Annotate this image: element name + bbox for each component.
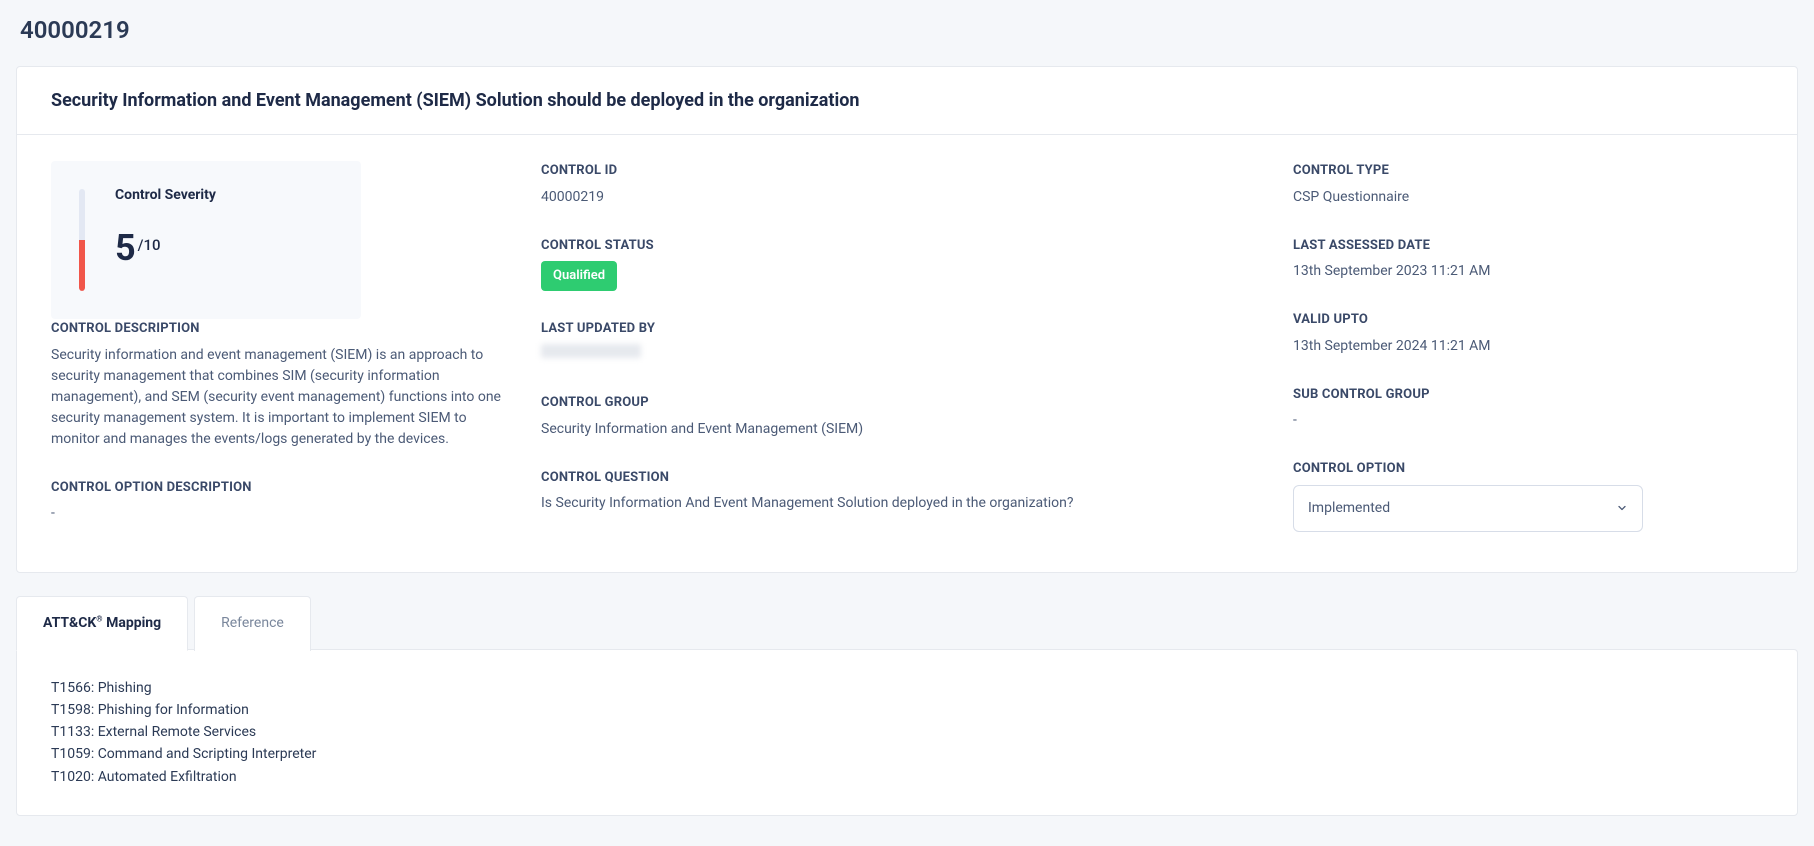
page-title: 40000219: [20, 12, 1798, 48]
last-updated-by-label: LAST UPDATED BY: [541, 319, 1263, 339]
attack-item: T1020: Automated Exfiltration: [51, 767, 1763, 787]
tab-reference[interactable]: Reference: [194, 596, 311, 651]
control-group-label: CONTROL GROUP: [541, 393, 1263, 413]
valid-upto-value: 13th September 2024 11:21 AM: [1293, 336, 1763, 357]
control-option-description-value: -: [51, 503, 511, 524]
tab-attack-suffix: Mapping: [103, 615, 162, 631]
attack-item: T1566: Phishing: [51, 678, 1763, 698]
severity-box: Control Severity 5 /10: [51, 161, 361, 319]
control-title: Security Information and Event Managemen…: [51, 87, 1763, 114]
tab-panel-attack: T1566: Phishing T1598: Phishing for Info…: [16, 649, 1798, 816]
severity-value: 5: [115, 230, 136, 266]
severity-score: 5 /10: [115, 230, 216, 267]
control-option-select[interactable]: Implemented: [1293, 485, 1643, 532]
control-question-label: CONTROL QUESTION: [541, 468, 1263, 488]
last-updated-by-value: [541, 344, 641, 358]
attack-item: T1059: Command and Scripting Interpreter: [51, 744, 1763, 764]
control-status-label: CONTROL STATUS: [541, 236, 1263, 256]
valid-upto-label: VALID UPTO: [1293, 310, 1763, 330]
control-description-label: CONTROL DESCRIPTION: [51, 319, 511, 339]
control-group-value: Security Information and Event Managemen…: [541, 419, 1263, 440]
attack-item: T1598: Phishing for Information: [51, 700, 1763, 720]
control-type-label: CONTROL TYPE: [1293, 161, 1763, 181]
attack-list: T1566: Phishing T1598: Phishing for Info…: [51, 678, 1763, 787]
control-description-value: Security information and event managemen…: [51, 345, 511, 450]
control-question-value: Is Security Information And Event Manage…: [541, 493, 1263, 514]
control-id-value: 40000219: [541, 187, 1263, 208]
control-option-label: CONTROL OPTION: [1293, 459, 1763, 479]
severity-bar-fill: [79, 240, 85, 291]
attack-item: T1133: External Remote Services: [51, 722, 1763, 742]
tabs: ATT&CK® Mapping Reference: [16, 595, 1798, 650]
control-option-description-label: CONTROL OPTION DESCRIPTION: [51, 478, 511, 498]
control-id-label: CONTROL ID: [541, 161, 1263, 181]
sub-control-group-value: -: [1293, 410, 1763, 431]
status-badge: Qualified: [541, 261, 617, 291]
card-header: Security Information and Event Managemen…: [17, 67, 1797, 135]
tab-attack-mapping[interactable]: ATT&CK® Mapping: [16, 596, 188, 651]
control-option-selected: Implemented: [1308, 498, 1390, 519]
last-assessed-value: 13th September 2023 11:21 AM: [1293, 261, 1763, 282]
control-detail-card: Security Information and Event Managemen…: [16, 66, 1798, 573]
sub-control-group-label: SUB CONTROL GROUP: [1293, 385, 1763, 405]
severity-max: /10: [138, 234, 161, 257]
last-assessed-label: LAST ASSESSED DATE: [1293, 236, 1763, 256]
chevron-down-icon: [1616, 502, 1628, 514]
tab-attack-prefix: ATT&CK: [43, 615, 96, 631]
control-type-value: CSP Questionnaire: [1293, 187, 1763, 208]
severity-bar: [79, 189, 85, 291]
severity-label: Control Severity: [115, 185, 216, 206]
